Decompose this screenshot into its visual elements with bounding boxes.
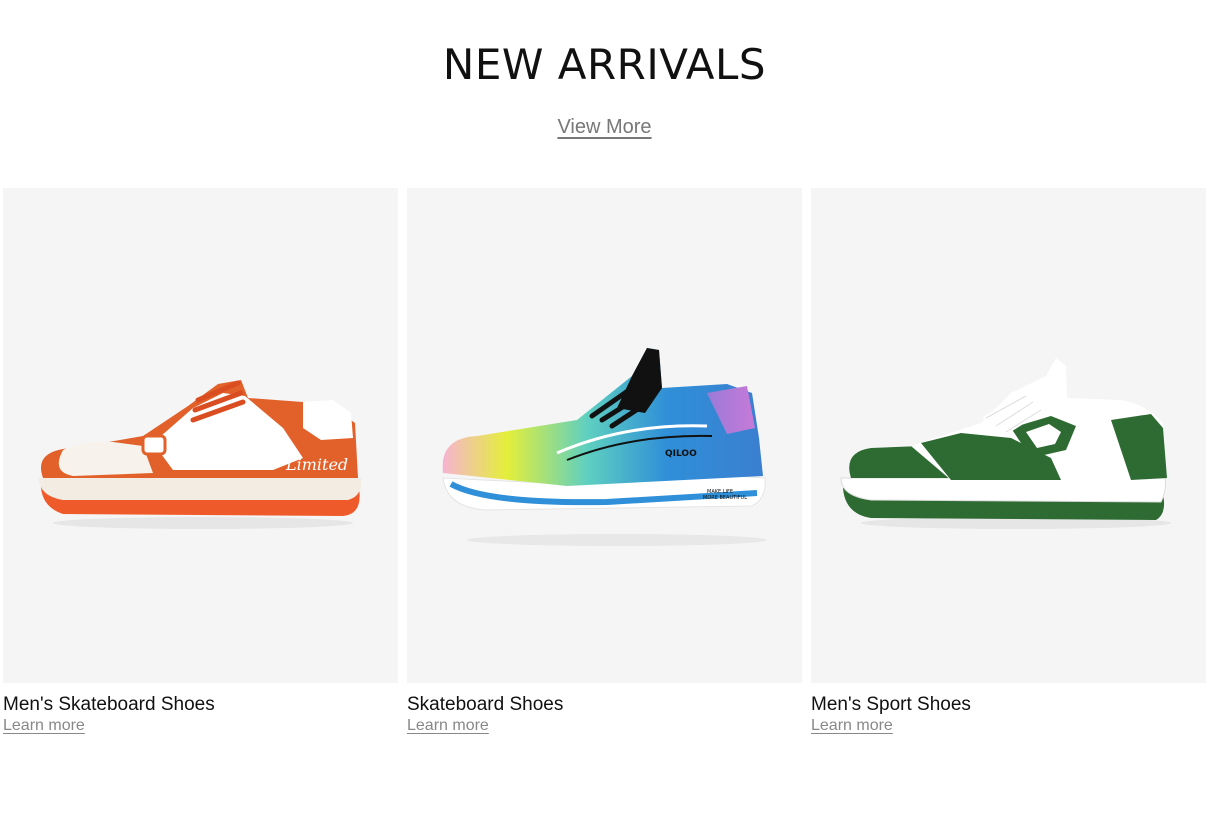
view-more-link[interactable]: View More: [557, 116, 651, 138]
product-card[interactable]: QILOO MAKE LIFE MORE BEAUTIFUL Skateboar…: [407, 188, 802, 735]
product-image[interactable]: QILOO MAKE LIFE MORE BEAUTIFUL: [407, 188, 802, 683]
product-name: Men's Skateboard Shoes: [3, 694, 215, 715]
svg-text:Limited: Limited: [285, 455, 348, 474]
learn-more-link[interactable]: Learn more: [407, 717, 489, 735]
svg-text:QILOO: QILOO: [665, 449, 697, 459]
orange-white-sneaker-icon: Limited: [39, 380, 362, 529]
product-name: Men's Sport Shoes: [811, 694, 971, 715]
gradient-running-shoe-icon: QILOO MAKE LIFE MORE BEAUTIFUL: [442, 348, 767, 546]
green-white-sneaker-icon: [840, 358, 1171, 529]
learn-more-link[interactable]: Learn more: [811, 717, 893, 735]
learn-more-link[interactable]: Learn more: [3, 717, 85, 735]
view-more-wrapper: View More: [0, 116, 1209, 139]
svg-text:MORE BEAUTIFUL: MORE BEAUTIFUL: [703, 495, 747, 501]
product-name: Skateboard Shoes: [407, 694, 564, 715]
product-card[interactable]: Limited Men's Skateboard Shoes Learn mor…: [3, 188, 398, 735]
product-image[interactable]: Limited: [3, 188, 398, 683]
product-grid: Limited Men's Skateboard Shoes Learn mor…: [3, 188, 1206, 748]
product-card[interactable]: Men's Sport Shoes Learn more: [811, 188, 1206, 735]
product-image[interactable]: [811, 188, 1206, 683]
section-title: NEW ARRIVALS: [442, 40, 767, 89]
